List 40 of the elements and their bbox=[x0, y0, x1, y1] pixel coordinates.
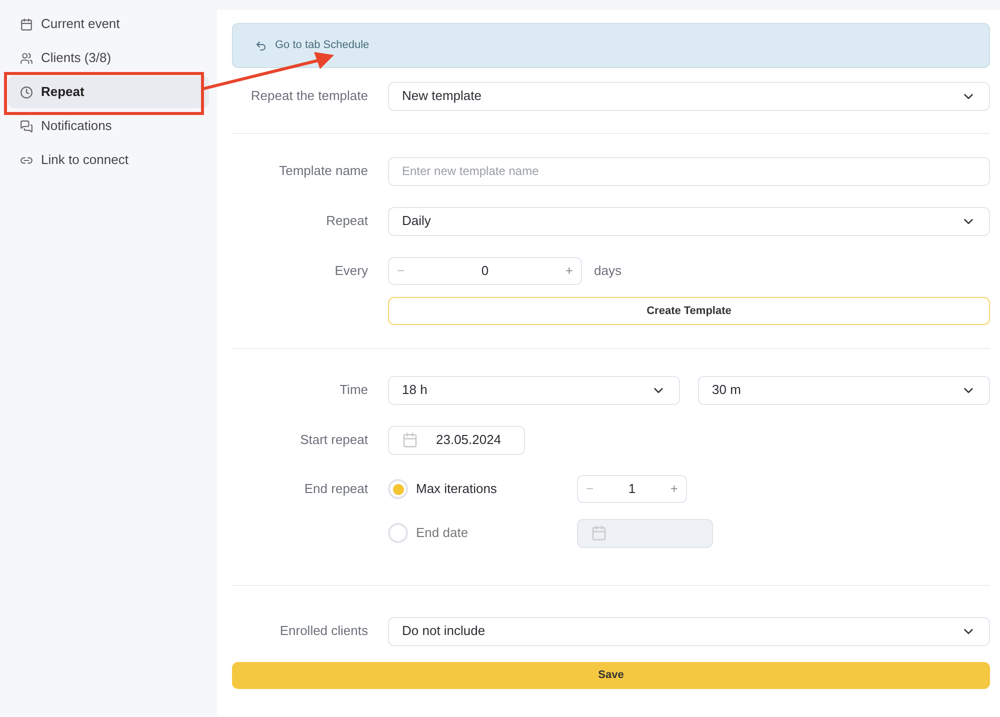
number-stepper[interactable]: − 0 + bbox=[388, 257, 582, 285]
calendar-icon bbox=[402, 432, 418, 448]
calendar-icon bbox=[591, 525, 607, 541]
save-button[interactable]: Save bbox=[232, 662, 990, 689]
unit-label: days bbox=[594, 262, 622, 280]
input-field[interactable]: Enter new template name bbox=[388, 156, 990, 186]
plus-button[interactable]: + bbox=[670, 479, 678, 499]
sidebar-item[interactable]: Link to connect bbox=[8, 144, 209, 176]
chat-icon bbox=[20, 120, 33, 132]
date-field[interactable] bbox=[577, 518, 713, 548]
field-label: Start repeat bbox=[300, 432, 368, 447]
dropdown[interactable]: Do not include bbox=[388, 616, 990, 646]
date-field[interactable]: 23.05.2024 bbox=[388, 426, 525, 454]
create-template-button[interactable]: Create Template bbox=[388, 297, 990, 325]
number-stepper[interactable]: − 1 + bbox=[577, 475, 687, 503]
clock-icon bbox=[20, 86, 33, 98]
field-label: Repeat the template bbox=[250, 88, 368, 103]
field-label: Enrolled clients bbox=[280, 623, 368, 638]
radio-button[interactable] bbox=[388, 479, 408, 499]
field-label: Template name bbox=[279, 163, 368, 178]
plus-button[interactable]: + bbox=[565, 261, 573, 281]
dropdown[interactable]: 30 m bbox=[698, 376, 990, 404]
sidebar-item[interactable]: Notifications bbox=[8, 110, 209, 142]
radio-label: Max iterations bbox=[416, 480, 497, 498]
calendar-icon bbox=[20, 18, 33, 30]
sidebar-item[interactable]: Current event bbox=[8, 8, 209, 40]
dropdown[interactable]: 18 h bbox=[388, 376, 680, 404]
sidebar-item[interactable]: Repeat bbox=[8, 76, 209, 108]
return-icon bbox=[255, 40, 267, 52]
field-label: Repeat bbox=[326, 213, 368, 228]
dropdown[interactable]: New template bbox=[388, 82, 990, 110]
radio-label: End date bbox=[416, 524, 468, 542]
sidebar-item[interactable]: Clients (3/8) bbox=[8, 42, 209, 74]
field-label: Every bbox=[334, 263, 368, 278]
field-label: Time bbox=[340, 382, 368, 397]
radio-button[interactable] bbox=[388, 523, 408, 543]
dropdown[interactable]: Daily bbox=[388, 206, 990, 236]
people-icon bbox=[20, 52, 33, 64]
field-label: End repeat bbox=[304, 481, 368, 496]
info-banner[interactable]: Go to tab Schedule bbox=[232, 23, 990, 68]
